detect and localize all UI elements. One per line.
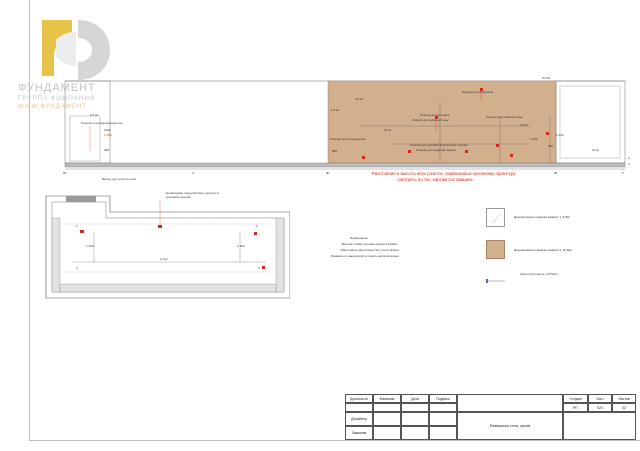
tb-header-signature: Подпись (429, 394, 457, 403)
plan-dim-left: 1 450 (86, 244, 94, 248)
area-top-right-label: 0,2 м² (542, 76, 551, 80)
legend-swatch-1 (486, 208, 505, 227)
outlet-fridge-label: Розетки для духовой встроенной техники (410, 143, 468, 147)
dim-1450-label: 1 450 (104, 133, 112, 137)
tb-header-surname: Фамилия (373, 394, 401, 403)
tb-header-position: Должность (345, 394, 373, 403)
plan-dim-length: 2 714 (160, 257, 168, 261)
plan-corner-3: 3 (258, 266, 260, 270)
area-right-label: 10 м² (592, 148, 600, 152)
skirting-line-icon (486, 279, 505, 283)
tb-sheet-value: 020 (588, 403, 612, 412)
tb-header-date: Дата (401, 394, 429, 403)
tb-empty-8 (373, 426, 401, 440)
plan-corner-2: 2 (256, 224, 258, 228)
logo-mark-icon (42, 20, 110, 80)
legend-item-1: Декоративная покраска эффект 1_5,8м² (514, 215, 570, 219)
swatch-1-pattern-icon (492, 213, 501, 224)
cabinet-light-label: Подсветка шкафчиков (462, 90, 494, 94)
dim-350-label: 350 (104, 148, 110, 152)
legend-skirting-icon (486, 272, 506, 283)
plan-dim-right: 1 450 (237, 244, 245, 248)
outlet-hood-label: Розетка для вытяжки (420, 113, 450, 117)
area-center-label: 21 м² (384, 128, 392, 132)
notes-line2: -Материалы рассчитаны без учета запаса (340, 248, 399, 252)
side-2-label: 2 (628, 156, 630, 160)
tb-empty-9 (401, 426, 429, 440)
axis-5-label: 5 (622, 171, 624, 175)
wall-elevation (60, 76, 630, 176)
tb-empty-10 (429, 426, 457, 440)
outlet-dishwasher-label: Розетки для посудомойки (330, 137, 366, 141)
legend-swatch-2 (486, 240, 505, 259)
dim-2100-label: 2100 (104, 128, 111, 132)
note-red-line1: Расстояния и высоты всех розеток, привяз… (372, 171, 516, 176)
outlet-heater-label: Розетка под водонагреватель (81, 121, 123, 125)
sink-label: Выход для теплого пола (102, 177, 137, 181)
tb-empty-3 (401, 403, 429, 412)
area-left-label: 3,7 м² (90, 113, 99, 117)
tb-row-client: Заказчик (345, 426, 373, 440)
axis-3-label: 3 (326, 171, 328, 175)
elevation-drawing (64, 80, 626, 174)
dim-2200-label: 2 200 (520, 123, 528, 127)
outlets-work-right-label: Розетки для рабочей зоны (486, 115, 523, 119)
plan-drawing (45, 195, 291, 299)
outlets-work-label: Розетки для рабочей зоны (412, 118, 449, 122)
tb-empty-4 (429, 403, 457, 412)
legend-item-3: Скрытый плинтус_6,672м.п. (520, 272, 559, 276)
axis-4-label: 4 (554, 171, 556, 175)
axis-1-label: 1 (63, 171, 65, 175)
tb-empty-2 (373, 403, 401, 412)
outlet-water-label: Розетка для водяной панели (416, 148, 456, 152)
tb-stage-value: РП (563, 403, 588, 412)
tb-sheets-value: 32 (612, 403, 636, 412)
tb-empty-1 (345, 403, 373, 412)
notes-line3: -Размеры со звездочкой уточнить дополнит… (330, 254, 400, 258)
notes-line1: -Высота стяжки условно принята 100мм (341, 242, 397, 246)
notes-title: Примечание: (350, 236, 369, 240)
dim-850-label: 850 (332, 149, 338, 153)
tb-row-designer: Дизайнер (345, 412, 373, 426)
note-red-line2: смотреть по тех. картам поставщика (398, 177, 473, 182)
tb-blank-bottom (563, 412, 636, 440)
frame-bottom-border (29, 440, 640, 441)
tb-empty-7 (429, 412, 457, 426)
tb-empty-6 (401, 412, 429, 426)
tb-empty-5 (373, 412, 401, 426)
area-wall-label: 1,5 м² (331, 108, 340, 112)
dim-450-label: 450 (548, 144, 554, 148)
tb-sheet-header: Лист (588, 394, 612, 403)
plan-corner-4: 4 (76, 266, 78, 270)
tb-blank-top (457, 394, 563, 412)
plan-corner-1: 1 (76, 224, 78, 228)
area-small-label: 2,5 м² (355, 97, 364, 101)
dim-1400-label: 1 400 (556, 133, 564, 137)
tb-stage-header: Стадия (563, 394, 588, 403)
title-block: Должность Фамилия Дата Подпись Дизайнер … (345, 394, 636, 440)
plan-callout: Необходимо предусмотреть розетки в кухон… (166, 191, 219, 199)
axis-2-label: 2 (192, 171, 194, 175)
tb-sheets-header: Листов (612, 394, 636, 403)
legend-item-2: Декоративная покраска эффект 2_22,8м² (514, 248, 572, 252)
dim-1000-label: 1 000 (530, 137, 538, 141)
side-3-label: 3 (628, 162, 630, 166)
tb-sheet-title: Развертка стен, кухня (457, 412, 563, 440)
kitchen-floor-plan (44, 192, 291, 302)
